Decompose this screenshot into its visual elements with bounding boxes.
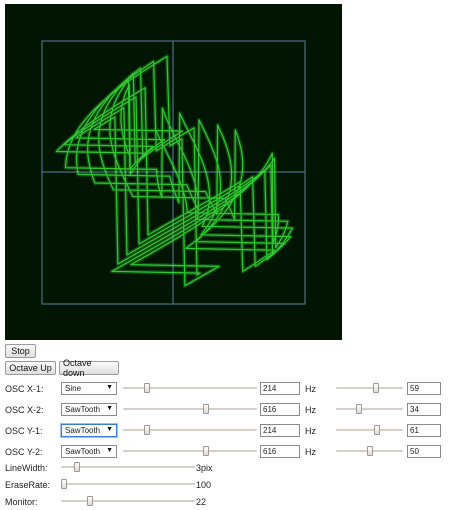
chevron-down-icon: ▼: [106, 384, 113, 391]
frequency-unit-label: Hz: [305, 426, 316, 436]
slider-thumb[interactable]: [60, 479, 67, 489]
slider-thumb[interactable]: [373, 425, 380, 435]
slider-thumb[interactable]: [203, 404, 210, 414]
slider-track: [123, 387, 257, 389]
wave-select-value: SawTooth: [65, 426, 101, 435]
slider-thumb[interactable]: [74, 462, 81, 472]
slider-track: [61, 483, 195, 485]
osc-oscx2-phase-slider[interactable]: [336, 404, 403, 414]
slider-track: [61, 500, 195, 502]
slider-thumb[interactable]: [355, 404, 362, 414]
stop-button[interactable]: Stop: [5, 344, 36, 358]
octave-up-button[interactable]: Octave Up: [5, 361, 56, 375]
slider-thumb[interactable]: [144, 383, 151, 393]
slider-thumb[interactable]: [87, 496, 94, 506]
trace-glow: [54, 54, 295, 288]
osc-oscy1-wave-select[interactable]: SawTooth ▼: [61, 424, 117, 437]
osc-oscx2-frequency-slider[interactable]: [123, 404, 257, 414]
osc-oscy2-label: OSC Y-2:: [5, 447, 43, 457]
osc-oscy1-phase-input[interactable]: 61: [407, 424, 441, 437]
slider-track: [61, 466, 195, 468]
slider-track: [336, 429, 403, 431]
monitor-slider[interactable]: [61, 496, 195, 506]
osc-oscx1-phase-slider[interactable]: [336, 383, 403, 393]
frequency-unit-label: Hz: [305, 447, 316, 457]
slider-track: [123, 408, 257, 410]
osc-oscy2-phase-input[interactable]: 50: [407, 445, 441, 458]
slider-track: [336, 387, 403, 389]
erase-rate-value: 100: [196, 480, 212, 490]
chevron-down-icon: ▼: [106, 447, 113, 454]
osc-oscx2-phase-input[interactable]: 34: [407, 403, 441, 416]
osc-oscy1-phase-slider[interactable]: [336, 425, 403, 435]
erase-rate-label: EraseRate:: [5, 480, 51, 490]
osc-oscx1-label: OSC X-1:: [5, 384, 44, 394]
slider-track: [123, 429, 257, 431]
frequency-unit-label: Hz: [305, 384, 316, 394]
osc-oscx1-phase-input[interactable]: 59: [407, 382, 441, 395]
frequency-unit-label: Hz: [305, 405, 316, 415]
osc-oscy2-frequency-input[interactable]: 616: [260, 445, 300, 458]
oscilloscope-display: [5, 4, 342, 340]
osc-oscx1-frequency-input[interactable]: 214: [260, 382, 300, 395]
line-width-label: LineWidth:: [5, 463, 48, 473]
wave-select-value: Sine: [65, 384, 82, 393]
slider-thumb[interactable]: [366, 446, 373, 456]
osc-oscy1-label: OSC Y-1:: [5, 426, 43, 436]
octave-down-button[interactable]: Octave down: [59, 358, 119, 378]
osc-oscy2-phase-slider[interactable]: [336, 446, 403, 456]
osc-oscy1-frequency-input[interactable]: 214: [260, 424, 300, 437]
line-width-slider[interactable]: [61, 462, 195, 472]
slider-track: [336, 408, 403, 410]
osc-oscx2-frequency-input[interactable]: 616: [260, 403, 300, 416]
line-width-value: 3pix: [196, 463, 213, 473]
slider-thumb[interactable]: [203, 446, 210, 456]
slider-thumb[interactable]: [144, 425, 151, 435]
wave-select-value: SawTooth: [65, 447, 101, 456]
chevron-down-icon: ▼: [106, 405, 113, 412]
slider-track: [123, 450, 257, 452]
osc-oscy1-frequency-slider[interactable]: [123, 425, 257, 435]
wave-select-value: SawTooth: [65, 405, 101, 414]
osc-oscy2-wave-select[interactable]: SawTooth ▼: [61, 445, 117, 458]
monitor-value: 22: [196, 497, 207, 507]
monitor-label: Monitor:: [5, 497, 38, 507]
osc-oscy2-frequency-slider[interactable]: [123, 446, 257, 456]
chevron-down-icon: ▼: [106, 426, 113, 433]
osc-oscx2-label: OSC X-2:: [5, 405, 44, 415]
osc-oscx2-wave-select[interactable]: SawTooth ▼: [61, 403, 117, 416]
erase-rate-slider[interactable]: [60, 479, 195, 489]
slider-thumb[interactable]: [372, 383, 379, 393]
osc-oscx1-wave-select[interactable]: Sine ▼: [61, 382, 117, 395]
lissajous-traces: [54, 54, 295, 288]
scope-canvas: [41, 40, 306, 305]
osc-oscx1-frequency-slider[interactable]: [123, 383, 257, 393]
